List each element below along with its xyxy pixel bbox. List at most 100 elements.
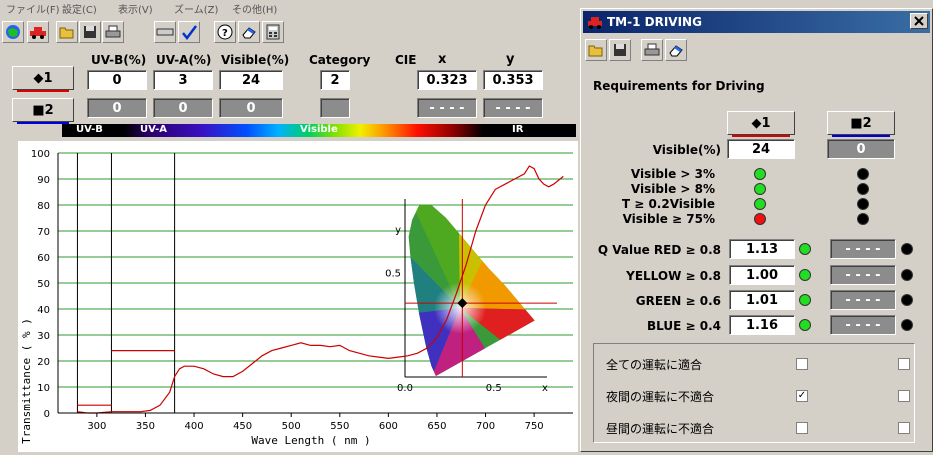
dialog-save-disk-icon[interactable]: [609, 39, 631, 61]
q-value-label: GREEN ≥ 0.6: [635, 294, 721, 308]
q-red-sample-2-value: - - - -: [830, 239, 896, 259]
y-tick-label: 80: [37, 201, 50, 212]
spectrum-label-ir: IR: [512, 124, 524, 135]
dialog-open-folder-icon[interactable]: [585, 39, 607, 61]
check-label: Visible > 3%: [630, 167, 715, 181]
spectrum-label-visible: Visible: [300, 124, 338, 135]
car-icon: [588, 17, 602, 29]
cie-x-header: x: [438, 52, 447, 67]
fitness-1-sample-1-checkbox[interactable]: [796, 358, 808, 370]
uva-header: UV-A(%): [156, 53, 212, 67]
y-tick-label: 50: [37, 279, 50, 290]
y-axis-title: Transmittance ( % ): [20, 318, 33, 444]
menu-file[interactable]: ファイル(F): [6, 1, 60, 16]
dialog-sample-2-color-line: [832, 135, 890, 137]
sample-2-cie-x-value: - - - -: [417, 98, 477, 118]
y-tick-label: 10: [37, 383, 50, 394]
car-icon[interactable]: [27, 21, 49, 43]
sample-1-uva-value: 3: [153, 70, 213, 90]
x-tick-label: 750: [525, 421, 544, 432]
fitness-2-sample-2-checkbox[interactable]: [898, 390, 910, 402]
menu-settings[interactable]: 設定(C): [62, 1, 97, 16]
check-4-sample-2-indicator: [857, 213, 869, 225]
calculator-icon[interactable]: [262, 21, 284, 43]
close-button[interactable]: [910, 13, 928, 29]
sample-2-visible-value: 0: [219, 98, 283, 118]
dialog-title-bar: TM-1 DRIVING: [583, 11, 930, 33]
fitness-label: 全ての運転に適合: [606, 358, 703, 372]
menu-other[interactable]: その他(H): [232, 1, 277, 16]
fitness-2-sample-1-checkbox[interactable]: ✓: [796, 390, 808, 402]
print-icon[interactable]: [102, 21, 124, 43]
sample-1-uvb-value: 0: [87, 70, 147, 90]
q-green-sample-1-value: 1.01: [729, 290, 795, 310]
x-tick-label: 500: [282, 421, 301, 432]
fitness-3-sample-2-checkbox[interactable]: [898, 422, 910, 434]
q-value-label: BLUE ≥ 0.4: [647, 319, 721, 333]
dialog-print-icon[interactable]: [641, 39, 663, 61]
eraser-icon[interactable]: [238, 21, 260, 43]
sample-1-button[interactable]: ◆1: [12, 66, 74, 92]
sample-1-cie-x-value: 0.323: [417, 70, 477, 90]
q-blue-sample-1-indicator: [799, 319, 811, 331]
chart-grid: [58, 152, 573, 388]
cie-x-axis-label: x: [542, 383, 548, 394]
menu-view[interactable]: 表示(V): [118, 1, 153, 16]
sample-2-uvb-value: 0: [87, 98, 147, 118]
x-tick-label: 400: [184, 421, 203, 432]
q-yellow-sample-1-indicator: [799, 269, 811, 281]
check-label: Visible ≥ 75%: [622, 212, 715, 226]
y-tick-label: 0: [44, 409, 50, 420]
sample-2-cie-y-value: - - - -: [483, 98, 543, 118]
spectrum-label-uva: UV-A: [140, 124, 168, 135]
x-tick-label: 350: [136, 421, 155, 432]
globe-icon[interactable]: [2, 21, 24, 43]
q-yellow-sample-2-indicator: [901, 269, 913, 281]
q-red-sample-1-value: 1.13: [729, 239, 795, 259]
q-value-label: Q Value RED ≥ 0.8: [597, 243, 721, 257]
fitness-label: 昼間の運転に不適合: [606, 422, 715, 436]
dialog-sample-1-label: ◆1: [751, 115, 771, 131]
y-tick-label: 70: [37, 227, 50, 238]
open-folder-icon[interactable]: [56, 21, 78, 43]
fitness-3-sample-1-checkbox[interactable]: [796, 422, 808, 434]
q-yellow-sample-2-value: - - - -: [830, 265, 896, 285]
x-tick-label: 600: [379, 421, 398, 432]
x-tick-label: 450: [233, 421, 252, 432]
dialog-sample-2-label: ■2: [850, 115, 872, 131]
x-tick-label: 300: [87, 421, 106, 432]
dialog-eraser-icon[interactable]: [665, 39, 687, 61]
dialog-sample-2-button[interactable]: ■2: [827, 111, 895, 137]
dialog-visible-2-value: 0: [827, 139, 895, 159]
q-blue-sample-1-value: 1.16: [729, 315, 795, 335]
sample-2-uva-value: 0: [153, 98, 213, 118]
sample-2-label: ■2: [32, 102, 54, 118]
sample-1-category-value: 2: [320, 70, 350, 90]
q-value-label: YELLOW ≥ 0.8: [626, 269, 721, 283]
fitness-panel: 全ての運転に適合 夜間の運転に不適合 ✓ 昼間の運転に不適合: [593, 343, 915, 443]
check-icon[interactable]: [178, 21, 200, 43]
sample-1-label: ◆1: [33, 70, 53, 86]
cie-diagram-inset: 0.0 0.5 x 0.5 y: [385, 199, 557, 394]
bar-tool-icon[interactable]: [154, 21, 176, 43]
check-1-sample-2-indicator: [857, 168, 869, 180]
spectrum-label-uvb: UV-B: [76, 124, 103, 135]
save-disk-icon[interactable]: [79, 21, 101, 43]
driving-dialog: TM-1 DRIVING Requirements for Driving ◆1…: [580, 8, 933, 452]
main-toolbar: ?: [0, 18, 580, 46]
menu-bar: ファイル(F) 設定(C) 表示(V) ズーム(Z) その他(H): [0, 0, 580, 16]
sample-1-visible-value: 24: [219, 70, 283, 90]
help-icon[interactable]: ?: [214, 21, 236, 43]
x-tick-label: 700: [476, 421, 495, 432]
menu-zoom[interactable]: ズーム(Z): [174, 1, 218, 16]
fitness-1-sample-2-checkbox[interactable]: [898, 358, 910, 370]
sample-1-color-line: [17, 90, 69, 92]
q-yellow-sample-1-value: 1.00: [729, 265, 795, 285]
check-2-sample-2-indicator: [857, 183, 869, 195]
cie-header: CIE: [395, 53, 417, 67]
sample-2-button[interactable]: ■2: [12, 98, 74, 124]
close-icon: [914, 16, 924, 26]
cie-white-point: [434, 281, 487, 334]
q-green-sample-2-value: - - - -: [830, 290, 896, 310]
dialog-sample-1-button[interactable]: ◆1: [727, 111, 795, 137]
